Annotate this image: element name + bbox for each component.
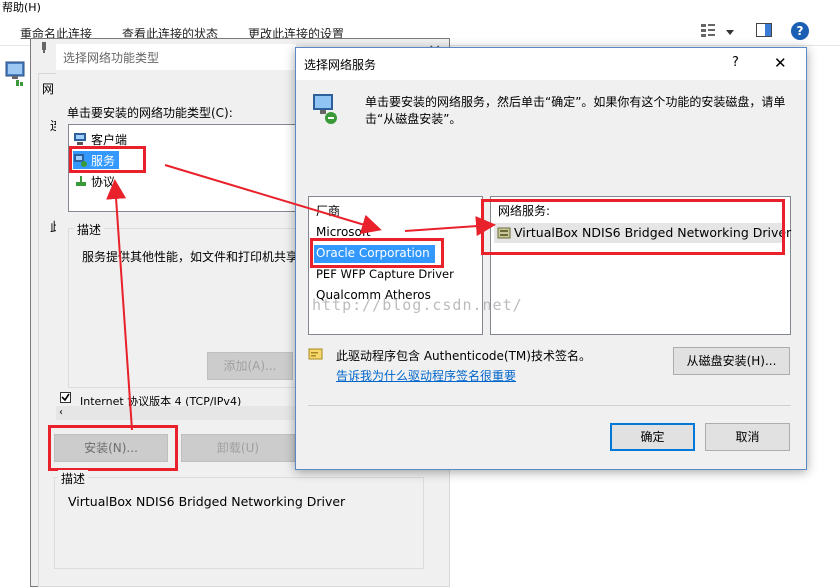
protocol-checkbox[interactable] [60, 392, 71, 403]
manufacturer-item-pef[interactable]: PEF WFP Capture Driver [314, 266, 474, 284]
description-group-label: 描述 [74, 221, 105, 238]
feature-type-title: 选择网络功能类型 [63, 51, 160, 65]
watermark: http://blog.csdn.net/ [312, 296, 523, 314]
dialog-icon [40, 40, 48, 54]
partial-label-a: 网 [42, 82, 55, 96]
help-icon[interactable]: ? [732, 55, 739, 70]
scroll-left-icon[interactable]: ‹ [59, 407, 63, 418]
certificate-icon [308, 347, 324, 361]
feature-type-titlebar: 选择网络功能类型 [56, 44, 296, 70]
description-text: 服务提供其他性能，如文件和打印机共享 [82, 250, 296, 264]
menu-bar: 帮助(H) [0, 0, 840, 14]
menu-help[interactable]: 帮助(H) [2, 0, 41, 15]
view-options-icon[interactable] [700, 22, 716, 38]
add-button[interactable]: 添加(A)... [207, 352, 293, 380]
highlight-service [69, 146, 146, 173]
service-dialog-titlebar: 选择网络服务 ? ✕ [296, 48, 806, 80]
bottom-description-label: 描述 [58, 470, 89, 487]
network-service-icon [310, 92, 340, 126]
ok-button[interactable]: 确定 [610, 423, 695, 451]
bottom-description-group [54, 477, 424, 569]
bottom-description-text: VirtualBox NDIS6 Bridged Networking Driv… [68, 494, 346, 509]
preview-pane-icon[interactable] [756, 23, 772, 37]
divider [308, 405, 791, 406]
service-instruction: 单击要安装的网络服务，然后单击“确定”。如果你有这个功能的安装磁盘，请单击“从磁… [365, 95, 786, 126]
cancel-button[interactable]: 取消 [705, 423, 790, 451]
highlight-install [48, 425, 178, 471]
signing-info-link[interactable]: 告诉我为什么驱动程序签名很重要 [336, 367, 516, 384]
protocol-icon [75, 175, 87, 187]
protocol-row[interactable]: Internet 协议版本 4 (TCP/IPv4) [56, 390, 296, 408]
highlight-virtualbox [481, 199, 785, 255]
uninstall-button[interactable]: 卸载(U) [181, 434, 295, 462]
manufacturer-header: 厂商 [316, 204, 341, 218]
network-adapter-icon[interactable] [2, 60, 26, 88]
service-dialog-title: 选择网络服务 [304, 58, 377, 72]
horizontal-scrollbar[interactable]: ‹ [56, 406, 296, 420]
close-icon[interactable]: ✕ [774, 54, 787, 72]
signed-driver-text: 此驱动程序包含 Authenticode(TM)技术签名。 [336, 349, 591, 363]
list-item-protocol[interactable]: 协议 [73, 172, 263, 190]
have-disk-button[interactable]: 从磁盘安装(H)... [673, 347, 790, 375]
help-icon[interactable]: ? [791, 22, 809, 40]
feature-type-prompt: 单击要安装的网络功能类型(C): [67, 106, 233, 120]
client-icon [73, 132, 87, 146]
chevron-down-icon[interactable] [725, 26, 735, 35]
highlight-oracle [310, 238, 444, 268]
